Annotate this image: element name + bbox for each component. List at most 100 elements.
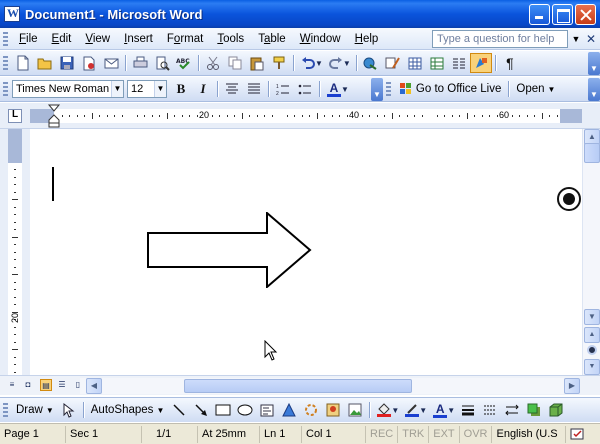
drawing-toolbar-grip[interactable] — [3, 403, 8, 417]
save-icon[interactable] — [56, 53, 78, 73]
previous-page-button[interactable]: ▲ — [584, 327, 600, 343]
select-browse-object-icon[interactable] — [587, 345, 597, 355]
hyperlink-icon[interactable] — [360, 53, 382, 73]
show-hide-paragraph-icon[interactable]: ¶ — [499, 53, 521, 73]
fill-color-dropdown-icon[interactable]: ▼ — [391, 406, 399, 415]
formatting-options-chevron[interactable]: ▼ — [370, 77, 383, 101]
new-document-icon[interactable] — [12, 53, 34, 73]
dash-style-icon[interactable] — [479, 400, 501, 420]
columns-icon[interactable] — [448, 53, 470, 73]
menu-file[interactable]: File — [12, 31, 45, 47]
tab-selector[interactable] — [8, 109, 22, 123]
font-name-select[interactable]: Times New Roman ▼ — [12, 80, 124, 98]
horizontal-scroll-thumb[interactable] — [184, 379, 412, 393]
menu-tools[interactable]: Tools — [210, 31, 251, 47]
menu-view[interactable]: View — [78, 31, 117, 47]
font-name-dropdown-icon[interactable]: ▼ — [111, 81, 123, 97]
status-ext[interactable]: EXT — [429, 425, 460, 443]
status-trk[interactable]: TRK — [398, 425, 430, 443]
italic-button[interactable]: I — [192, 79, 214, 99]
undo-dropdown-icon[interactable]: ▼ — [315, 59, 323, 68]
shadow-style-icon[interactable] — [523, 400, 545, 420]
maximize-button[interactable] — [552, 3, 573, 25]
rectangle-icon[interactable] — [212, 400, 234, 420]
redo-dropdown-icon[interactable]: ▼ — [343, 59, 351, 68]
spelling-status-icon[interactable] — [570, 427, 586, 441]
web-layout-view-icon[interactable]: ◘ — [22, 379, 34, 391]
menu-help[interactable]: Help — [348, 31, 386, 47]
align-center-icon[interactable] — [221, 79, 243, 99]
document-canvas[interactable] — [30, 129, 582, 375]
document-close-icon[interactable]: ✕ — [586, 32, 596, 46]
font-size-dropdown-icon[interactable]: ▼ — [154, 81, 166, 97]
normal-view-icon[interactable]: ≡ — [6, 379, 18, 391]
scroll-left-button[interactable]: ◀ — [86, 378, 102, 394]
email-icon[interactable] — [100, 53, 122, 73]
select-objects-icon[interactable] — [58, 400, 80, 420]
horizontal-scrollbar[interactable]: ◀ ▶ — [80, 378, 580, 394]
autoshapes-menu-button[interactable]: AutoShapes ▼ — [87, 404, 169, 416]
menu-table[interactable]: Table — [251, 31, 293, 47]
indent-markers-icon[interactable] — [47, 104, 61, 128]
line-color-dropdown-icon[interactable]: ▼ — [419, 406, 427, 415]
next-page-button[interactable]: ▼ — [584, 359, 600, 375]
menu-insert[interactable]: Insert — [117, 31, 160, 47]
diagram-icon[interactable] — [300, 400, 322, 420]
toolbar-options-chevron[interactable]: ▼ — [588, 51, 600, 75]
word-app-icon[interactable] — [4, 6, 20, 22]
paste-icon[interactable] — [246, 53, 268, 73]
outline-view-icon[interactable]: ☰ — [56, 379, 68, 391]
office-assistant-icon[interactable] — [557, 187, 581, 211]
bold-button[interactable]: B — [170, 79, 192, 99]
copy-icon[interactable] — [224, 53, 246, 73]
menu-format[interactable]: Format — [160, 31, 210, 47]
menu-window[interactable]: Window — [293, 31, 348, 47]
insert-excel-icon[interactable] — [426, 53, 448, 73]
line-icon[interactable] — [168, 400, 190, 420]
formatting-toolbar-grip[interactable] — [3, 82, 8, 96]
bullets-icon[interactable] — [294, 79, 316, 99]
line-style-icon[interactable] — [457, 400, 479, 420]
right-arrow-autoshape[interactable] — [147, 212, 313, 288]
vertical-ruler[interactable]: 20 — [8, 129, 22, 375]
draw-font-color-dropdown-icon[interactable]: ▼ — [447, 406, 455, 415]
oval-icon[interactable] — [234, 400, 256, 420]
office-live-grip[interactable] — [385, 82, 391, 96]
font-color-dropdown-icon[interactable]: ▼ — [341, 85, 349, 94]
minimize-button[interactable] — [529, 3, 550, 25]
wordart-icon[interactable] — [278, 400, 300, 420]
drawing-toggle-icon[interactable] — [469, 53, 492, 73]
permission-icon[interactable] — [78, 53, 100, 73]
print-layout-view-icon[interactable]: ▤ — [40, 379, 52, 391]
scroll-right-button[interactable]: ▶ — [564, 378, 580, 394]
help-dropdown-arrow[interactable]: ▼ — [569, 30, 583, 48]
open-button[interactable]: Open ▼ — [512, 83, 559, 95]
print-preview-icon[interactable] — [151, 53, 173, 73]
close-button[interactable] — [575, 3, 596, 25]
insert-picture-icon[interactable] — [344, 400, 366, 420]
menu-grip[interactable] — [3, 31, 8, 46]
3d-style-icon[interactable] — [545, 400, 567, 420]
toolbar-options-chevron-right[interactable]: ▼ — [588, 77, 600, 101]
clip-art-icon[interactable] — [322, 400, 344, 420]
open-folder-icon[interactable] — [34, 53, 56, 73]
numbering-icon[interactable]: 12 — [272, 79, 294, 99]
vertical-scroll-thumb[interactable] — [584, 143, 600, 163]
spelling-icon[interactable]: ABC — [173, 53, 195, 73]
help-question-input[interactable]: Type a question for help — [432, 30, 568, 48]
text-box-icon[interactable] — [256, 400, 278, 420]
horizontal-ruler[interactable]: 20 40 60 — [30, 104, 582, 128]
print-icon[interactable] — [129, 53, 151, 73]
vertical-scrollbar[interactable]: ▲ ▼ ▲ ▼ — [582, 129, 600, 375]
cut-icon[interactable] — [202, 53, 224, 73]
menu-edit[interactable]: Edit — [45, 31, 79, 47]
status-ovr[interactable]: OVR — [460, 425, 493, 443]
font-size-select[interactable]: 12 ▼ — [127, 80, 167, 98]
format-painter-icon[interactable] — [268, 53, 290, 73]
status-rec[interactable]: REC — [366, 425, 399, 443]
arrow-icon[interactable] — [190, 400, 212, 420]
arrow-style-icon[interactable] — [501, 400, 523, 420]
scroll-down-button[interactable]: ▼ — [584, 309, 600, 325]
insert-table-icon[interactable] — [404, 53, 426, 73]
draw-menu-button[interactable]: Draw ▼ — [12, 404, 58, 416]
